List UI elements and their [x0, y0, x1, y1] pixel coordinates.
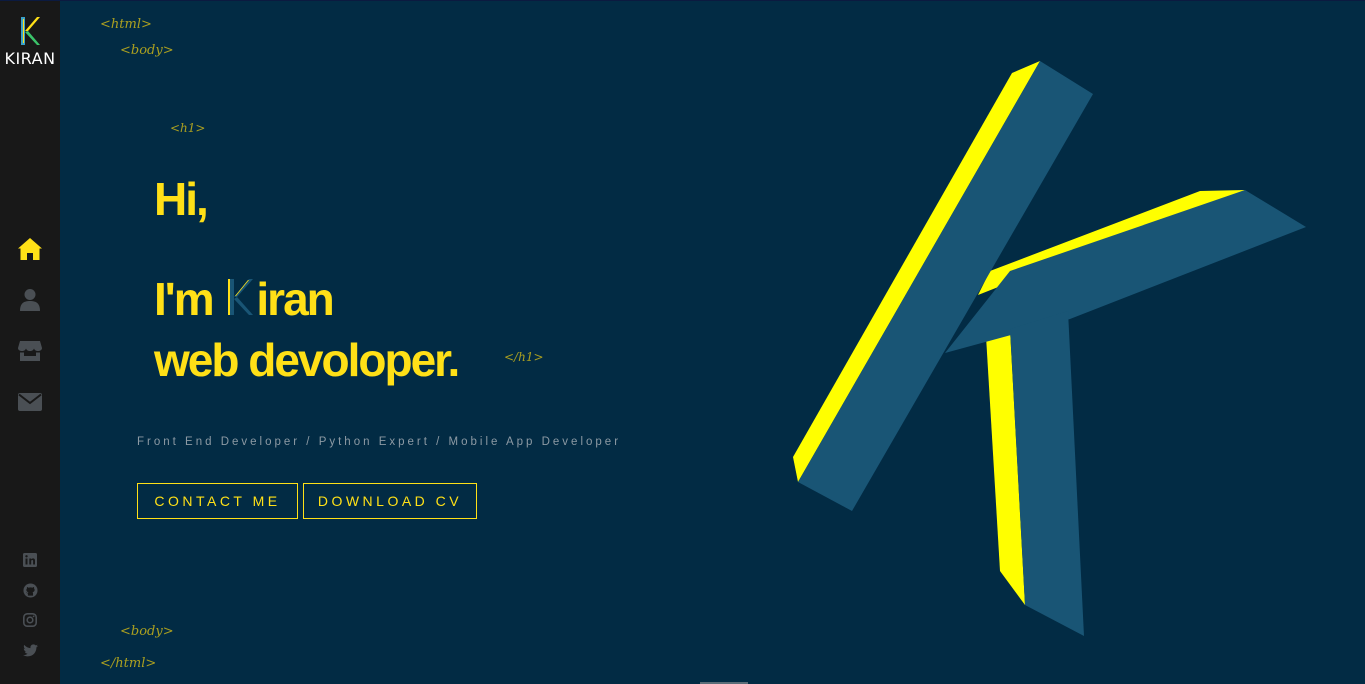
instagram-icon: [23, 613, 37, 627]
nav-portfolio[interactable]: [16, 337, 44, 365]
code-tag-h1-open: <h1>: [170, 121, 206, 135]
social-instagram[interactable]: [21, 611, 39, 629]
code-tag-html-open: <html>: [100, 17, 152, 32]
social-linkedin[interactable]: [21, 551, 39, 569]
github-icon: [22, 582, 38, 598]
envelope-icon: [18, 393, 42, 411]
hero-line-name: I'm iran: [154, 273, 335, 325]
k-letter-icon: [228, 279, 254, 315]
social-github[interactable]: [21, 581, 39, 599]
code-tag-body-close: <body>: [120, 624, 174, 639]
hero-name-suffix: iran: [256, 273, 334, 325]
logo[interactable]: KIRAN: [0, 15, 60, 68]
hero-name-prefix: I'm: [154, 273, 215, 325]
hero-line-greeting: Hi,: [154, 173, 209, 225]
logo-text: KIRAN: [4, 49, 56, 68]
hero-line-role: web devoloper.: [154, 334, 460, 386]
code-tag-h1-close: </h1>: [504, 350, 544, 364]
code-tag-html-close: </html>: [100, 656, 157, 671]
nav-about[interactable]: [16, 286, 44, 314]
user-icon: [20, 289, 40, 311]
sidebar: KIRAN: [0, 1, 60, 684]
home-icon: [18, 238, 42, 260]
twitter-icon: [22, 643, 38, 656]
hero-subtitle: Front End Developer / Python Expert / Mo…: [137, 436, 622, 448]
big-k-logo-graphic: [793, 61, 1306, 636]
social-twitter[interactable]: [21, 641, 39, 659]
code-tag-body-open: <body>: [120, 43, 174, 58]
download-cv-button[interactable]: DOWNLOAD CV: [303, 483, 477, 519]
linkedin-icon: [23, 553, 37, 567]
k-logo-icon: [21, 17, 40, 45]
contact-me-button[interactable]: CONTACT ME: [137, 483, 298, 519]
store-icon: [18, 341, 42, 361]
nav-contact[interactable]: [16, 388, 44, 416]
nav-home[interactable]: [16, 235, 44, 263]
page: KIRAN <html> <body> <h1> </h1> <body> </…: [0, 0, 1365, 684]
